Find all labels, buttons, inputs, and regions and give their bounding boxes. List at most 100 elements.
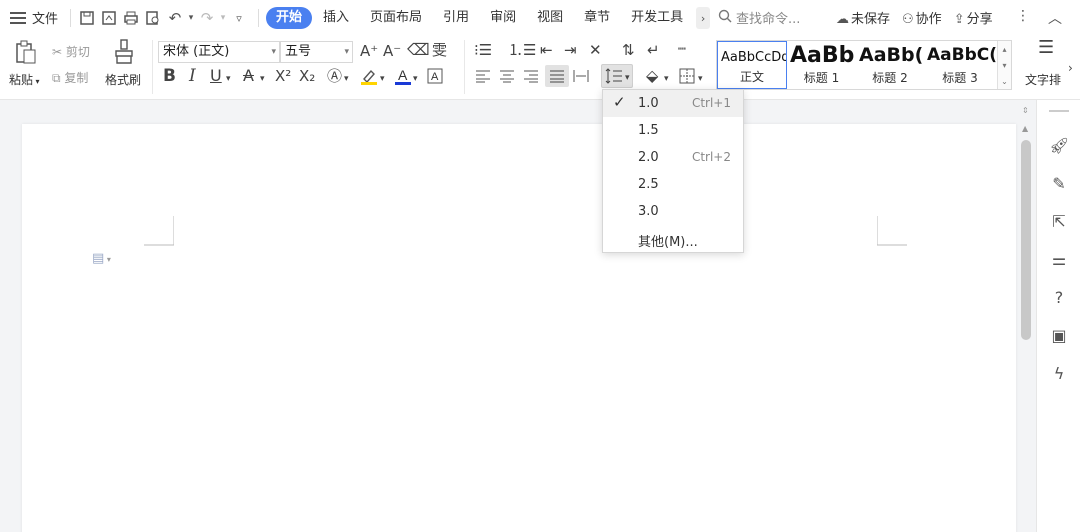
print-icon[interactable]	[120, 7, 142, 29]
chinese-layout-icon[interactable]: ✕	[589, 42, 602, 58]
print-preview-icon[interactable]	[142, 7, 164, 29]
tab-developer[interactable]: 开发工具	[621, 7, 693, 29]
line-spacing-option-1-5[interactable]: 1.5	[603, 117, 743, 144]
decrease-indent-icon[interactable]: ⇤	[540, 42, 553, 58]
strikethrough-icon[interactable]: A	[243, 68, 254, 84]
collapse-ribbon-icon[interactable]: ︿	[1048, 8, 1062, 28]
borders-icon[interactable]	[678, 67, 696, 88]
line-spacing-option-1-0[interactable]: ✓ 1.0 Ctrl+1	[603, 90, 743, 117]
font-name-select[interactable]: 宋体 (正文) ▾	[158, 41, 280, 63]
file-menu[interactable]: 文件	[10, 8, 58, 27]
phonetic-guide-icon[interactable]: 雯	[432, 42, 447, 58]
sort-icon[interactable]: ⇅	[622, 42, 635, 58]
tab-sections[interactable]: 章节	[574, 7, 620, 29]
numbered-list-icon[interactable]: ⒈☰	[508, 42, 536, 58]
line-spacing-button[interactable]: ▾	[601, 64, 633, 88]
chevron-down-icon[interactable]: ▾	[698, 71, 703, 87]
expand-icon[interactable]: ⌄	[1001, 77, 1008, 86]
redo-icon[interactable]: ↷	[196, 7, 218, 29]
line-spacing-option-2-0[interactable]: 2.0 Ctrl+2	[603, 144, 743, 171]
show-marks-icon[interactable]: ↵	[647, 42, 660, 58]
chevron-right-icon[interactable]: ›	[1068, 60, 1073, 76]
italic-icon[interactable]: I	[189, 68, 196, 85]
collab-button[interactable]: ⚇ 协作	[902, 8, 942, 27]
cut-button[interactable]: ✂ 剪切	[52, 43, 90, 60]
underline-icon[interactable]: U	[210, 68, 222, 84]
align-center-icon[interactable]	[499, 69, 515, 86]
chevron-down-icon[interactable]: ▾	[260, 71, 265, 87]
tab-home[interactable]: 开始	[266, 7, 313, 29]
tab-review[interactable]: 审阅	[480, 7, 526, 29]
chevron-down-icon[interactable]: ▾	[226, 71, 231, 87]
export-pdf-icon[interactable]	[98, 7, 120, 29]
bold-icon[interactable]: B	[163, 68, 176, 85]
paste-button[interactable]: 粘贴 ▾	[9, 71, 40, 88]
highlight-icon[interactable]	[360, 67, 378, 88]
justify-icon[interactable]	[545, 65, 569, 87]
chevron-up-icon[interactable]: ▴	[1002, 45, 1006, 54]
tab-references[interactable]: 引用	[433, 7, 479, 29]
help-icon[interactable]: ?	[1049, 288, 1069, 308]
format-painter-button[interactable]: 格式刷	[105, 71, 141, 88]
share-button[interactable]: ⇪ 分享	[954, 8, 993, 27]
redo-dropdown-icon[interactable]: ▾	[218, 7, 228, 29]
more-tabs-icon[interactable]: ›	[696, 7, 711, 29]
unsaved-button[interactable]: ☁ 未保存	[836, 8, 890, 27]
increase-font-icon[interactable]: A⁺	[360, 43, 378, 59]
cursor-icon[interactable]: ⇱	[1049, 212, 1069, 232]
image-icon[interactable]: ▣	[1049, 326, 1069, 346]
line-spacing-option-2-5[interactable]: 2.5	[603, 171, 743, 198]
chevron-down-icon[interactable]: ▾	[664, 71, 669, 87]
subscript-icon[interactable]: X₂	[299, 68, 315, 84]
pen-icon[interactable]: ✎	[1049, 174, 1069, 194]
align-right-icon[interactable]	[523, 69, 539, 86]
copy-button[interactable]: ⧉ 复制	[52, 69, 88, 86]
lightning-icon[interactable]: ϟ	[1049, 364, 1069, 384]
shading-icon[interactable]: ⬙	[646, 68, 658, 84]
chevron-down-icon[interactable]: ▾	[344, 71, 349, 87]
tab-view[interactable]: 视图	[527, 7, 573, 29]
document-page[interactable]: ▤ ▾	[22, 124, 1016, 532]
rocket-icon[interactable]: 🚀︎	[1049, 136, 1069, 156]
customize-toolbar-icon[interactable]: ▿	[228, 7, 250, 29]
style-heading-2[interactable]: AaBb( 标题 2	[856, 41, 924, 89]
superscript-icon[interactable]: X²	[275, 68, 291, 84]
font-size-select[interactable]: 五号 ▾	[280, 41, 353, 63]
scroll-up-icon[interactable]: ▲	[1022, 124, 1028, 133]
tab-insert[interactable]: 插入	[313, 7, 359, 29]
paste-options-icon[interactable]: ▤ ▾	[92, 251, 111, 266]
style-heading-1[interactable]: AaBb 标题 1	[787, 41, 856, 89]
chevron-down-icon[interactable]: ▾	[380, 71, 385, 87]
command-search[interactable]: 查找命令...	[718, 8, 800, 27]
clear-format-icon[interactable]: ⌫	[407, 42, 430, 58]
adjust-icon[interactable]: ⚌	[1049, 250, 1069, 270]
font-color-icon[interactable]: A	[394, 67, 412, 88]
style-normal[interactable]: AaBbCcDd 正文	[717, 41, 787, 89]
tab-page-layout[interactable]: 页面布局	[360, 7, 432, 29]
distribute-icon[interactable]	[573, 69, 589, 86]
bullet-list-icon[interactable]: ⁝☰	[474, 42, 492, 58]
scroll-split-icon[interactable]: ⇕	[1022, 106, 1029, 115]
undo-dropdown-icon[interactable]: ▾	[186, 7, 196, 29]
brush-icon[interactable]	[113, 39, 135, 68]
chevron-down-icon[interactable]: ▾	[1002, 61, 1006, 70]
ruler-icon[interactable]: ┉	[678, 42, 686, 58]
style-heading-3[interactable]: AaBbC( 标题 3	[924, 41, 996, 89]
vertical-scrollbar[interactable]: ⇕ ▲	[1019, 104, 1033, 532]
text-layout-icon[interactable]: ☰	[1038, 39, 1054, 57]
scroll-thumb[interactable]	[1021, 140, 1031, 340]
chevron-down-icon[interactable]: ▾	[413, 71, 418, 87]
clipboard-icon[interactable]	[15, 40, 37, 66]
line-spacing-option-other[interactable]: 其他(M)...	[603, 225, 743, 252]
styles-scroll[interactable]: ▴ ▾ ⌄	[997, 41, 1011, 89]
more-options-icon[interactable]: ⋮	[1016, 8, 1030, 28]
decrease-font-icon[interactable]: A⁻	[383, 43, 401, 59]
increase-indent-icon[interactable]: ⇥	[564, 42, 577, 58]
char-border-icon[interactable]: A	[426, 67, 444, 88]
save-icon[interactable]	[76, 7, 98, 29]
align-left-icon[interactable]	[475, 69, 491, 86]
undo-icon[interactable]: ↶	[164, 7, 186, 29]
text-layout-button[interactable]: 文字排	[1025, 71, 1061, 88]
line-spacing-option-3-0[interactable]: 3.0	[603, 198, 743, 225]
text-effect-icon[interactable]: Ⓐ	[327, 68, 342, 84]
